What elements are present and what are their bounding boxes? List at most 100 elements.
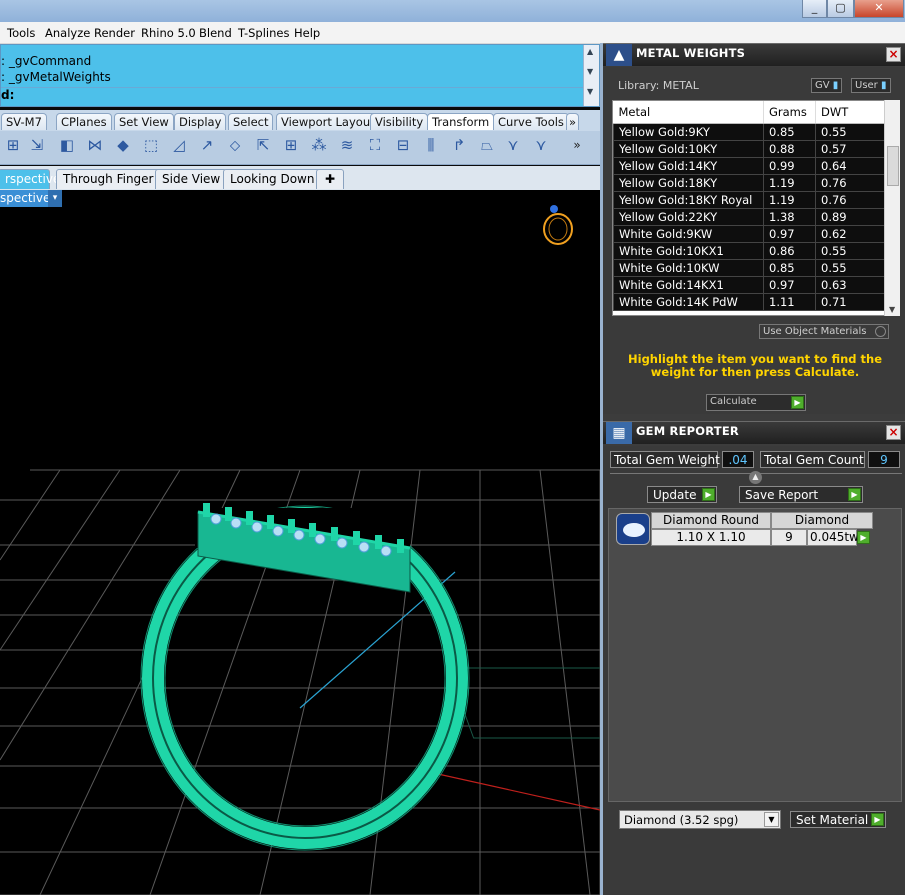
scroll-down-icon[interactable]: ▼ — [587, 87, 593, 96]
maximize-button[interactable]: ▢ — [827, 0, 854, 18]
update-label: Update — [653, 488, 697, 502]
title-bar: _ ▢ ✕ — [0, 0, 905, 22]
close-icon[interactable]: × — [886, 47, 901, 62]
scroll-down-icon[interactable]: ▼ — [889, 305, 895, 314]
play-icon[interactable]: ▶ — [791, 396, 804, 409]
column-metal[interactable]: Metal — [613, 101, 764, 124]
metal-row[interactable]: White Gold:14KX1 0.97 0.63 — [613, 275, 885, 294]
metal-table[interactable]: Metal Grams DWT Yellow Gold:9KY 0.85 0.55 Y… — [612, 100, 900, 316]
close-icon[interactable]: × — [886, 425, 901, 440]
align-icon[interactable]: ⇱ — [252, 134, 274, 156]
menu-tools[interactable]: Tools — [7, 26, 35, 40]
tab-cplanes[interactable]: CPlanes — [56, 113, 112, 130]
gem-list[interactable] — [608, 508, 902, 802]
menu-analyze[interactable]: Analyze — [45, 26, 90, 40]
metal-row[interactable]: White Gold:9KW 0.97 0.62 — [613, 224, 885, 243]
tab-through-finger[interactable]: Through Finger — [56, 169, 161, 189]
gem-row-play-icon[interactable]: ▶ — [857, 531, 870, 544]
tab-sv-m7[interactable]: SV-M7 — [1, 113, 47, 130]
update-play-icon[interactable]: ▶ — [702, 488, 715, 501]
flip-icon[interactable]: ⫼ — [420, 134, 442, 156]
move-icon[interactable]: ⊞ — [2, 134, 24, 156]
copy-icon[interactable]: ⇲ — [26, 134, 48, 156]
orient-icon[interactable]: ↗ — [196, 134, 218, 156]
menu-rhino[interactable]: Rhino 5.0 — [141, 26, 196, 40]
column-grams[interactable]: Grams — [763, 101, 816, 124]
stack-icon[interactable]: ⊟ — [392, 134, 414, 156]
metal-row[interactable]: Yellow Gold:9KY 0.85 0.55 — [613, 122, 885, 141]
use-object-materials-checkbox[interactable]: Use Object Materials — [759, 324, 889, 339]
metal-cell-grams: 1.38 — [763, 207, 816, 226]
metal-row[interactable]: Yellow Gold:14KY 0.99 0.64 — [613, 156, 885, 175]
metal-row[interactable]: Yellow Gold:18KY 1.19 0.76 — [613, 173, 885, 192]
metal-row[interactable]: Yellow Gold:18KY Royal 1.19 0.76 — [613, 190, 885, 209]
metal-table-scrollbar[interactable]: ▼ — [884, 100, 900, 316]
close-window-button[interactable]: ✕ — [854, 0, 904, 18]
tab-looking-down[interactable]: Looking Down — [223, 169, 322, 189]
metal-row[interactable]: White Gold:10KX1 0.86 0.55 — [613, 241, 885, 260]
shear-icon[interactable]: ◿ — [168, 134, 190, 156]
tab-viewport-layout[interactable]: Viewport Layout — [276, 113, 380, 130]
tab-display[interactable]: Display — [174, 113, 227, 130]
chevron-down-icon[interactable]: ▼ — [764, 812, 779, 827]
add-view-icon[interactable]: ✚ — [316, 169, 344, 189]
metal-weights-icon: ▲ — [606, 44, 632, 66]
gem-size-cell[interactable]: 1.10 X 1.10 — [651, 529, 771, 546]
more-tools-icon[interactable]: » — [566, 134, 588, 156]
tab-side-view[interactable]: Side View — [155, 169, 228, 189]
user-library-button[interactable]: User ▮ — [851, 78, 891, 93]
bend-icon[interactable]: ↱ — [448, 134, 470, 156]
tab-curve-tools[interactable]: Curve Tools — [493, 113, 569, 130]
tab-set-view[interactable]: Set View — [114, 113, 174, 130]
scroll-up-icon[interactable]: ▲ — [587, 47, 593, 56]
metal-row[interactable]: Yellow Gold:22KY 1.38 0.89 — [613, 207, 885, 226]
gv-library-button[interactable]: GV ▮ — [811, 78, 843, 93]
connect-icon[interactable]: ⛶ — [364, 134, 386, 156]
set-material-play-icon[interactable]: ▶ — [871, 813, 884, 826]
rotate-icon[interactable]: ◆ — [112, 134, 134, 156]
menu-render[interactable]: Render — [94, 26, 135, 40]
command-input[interactable]: d: — [1, 87, 583, 105]
metal-cell-dwt: 0.57 — [815, 139, 885, 158]
viewport-perspective[interactable] — [0, 190, 600, 895]
save-report-button[interactable]: Save Report — [739, 486, 863, 503]
scroll-down-icon[interactable]: ▼ — [587, 67, 593, 76]
metal-row[interactable]: Yellow Gold:10KY 0.88 0.57 — [613, 139, 885, 158]
column-dwt[interactable]: DWT — [815, 101, 885, 124]
material-select[interactable]: Diamond (3.52 spg) ▼ — [619, 810, 781, 829]
tab-select[interactable]: Select — [228, 113, 274, 130]
polar-array-icon[interactable]: ⁂ — [308, 134, 330, 156]
mirror-icon[interactable]: ⋈ — [84, 134, 106, 156]
twist-icon[interactable]: ⬦ — [224, 134, 246, 156]
tab-more[interactable]: » — [566, 113, 580, 130]
toolbar-tab-row: SV-M7 CPlanes Set View Display Select Vi… — [0, 110, 600, 131]
distribute-icon[interactable]: ≋ — [336, 134, 358, 156]
save-report-play-icon[interactable]: ▶ — [848, 488, 861, 501]
gem-count-cell[interactable]: 9 — [771, 529, 807, 546]
taper-icon[interactable]: ⏢ — [476, 134, 498, 156]
scale-icon[interactable]: ⬚ — [140, 134, 162, 156]
tab-visibility[interactable]: Visibility — [370, 113, 429, 130]
calculate-label: Calculate — [710, 396, 757, 407]
metal-cell-dwt: 0.71 — [815, 292, 885, 311]
splop-icon[interactable]: ⋎ — [530, 134, 552, 156]
flow-icon[interactable]: ⋎ — [502, 134, 524, 156]
scroll-thumb[interactable] — [887, 146, 899, 186]
minimize-button[interactable]: _ — [802, 0, 827, 18]
viewport-dropdown-icon[interactable]: ▾ — [48, 190, 62, 207]
ring-model[interactable] — [140, 503, 470, 851]
box-icon[interactable]: ◧ — [56, 134, 78, 156]
menu-help[interactable]: Help — [294, 26, 320, 40]
menu-tsplines[interactable]: T-Splines — [238, 26, 289, 40]
tab-transform[interactable]: Transform — [427, 113, 495, 130]
metal-row[interactable]: White Gold:14K PdW 1.11 0.71 — [613, 292, 885, 311]
command-scrollbar[interactable]: ▲ ▼ ▼ — [583, 45, 599, 106]
gem-weight-cell[interactable]: 0.045tw — [807, 529, 859, 546]
collapse-icon[interactable]: ▲ — [749, 471, 762, 484]
array-icon[interactable]: ⊞ — [280, 134, 302, 156]
view-navigator-icon[interactable] — [543, 205, 573, 245]
menu-blend[interactable]: Blend — [199, 26, 232, 40]
tab-perspective[interactable]: rspective — [0, 169, 60, 189]
viewport-tabs: rspective Through Finger Side View Looki… — [0, 166, 600, 190]
metal-row[interactable]: White Gold:10KW 0.85 0.55 — [613, 258, 885, 277]
